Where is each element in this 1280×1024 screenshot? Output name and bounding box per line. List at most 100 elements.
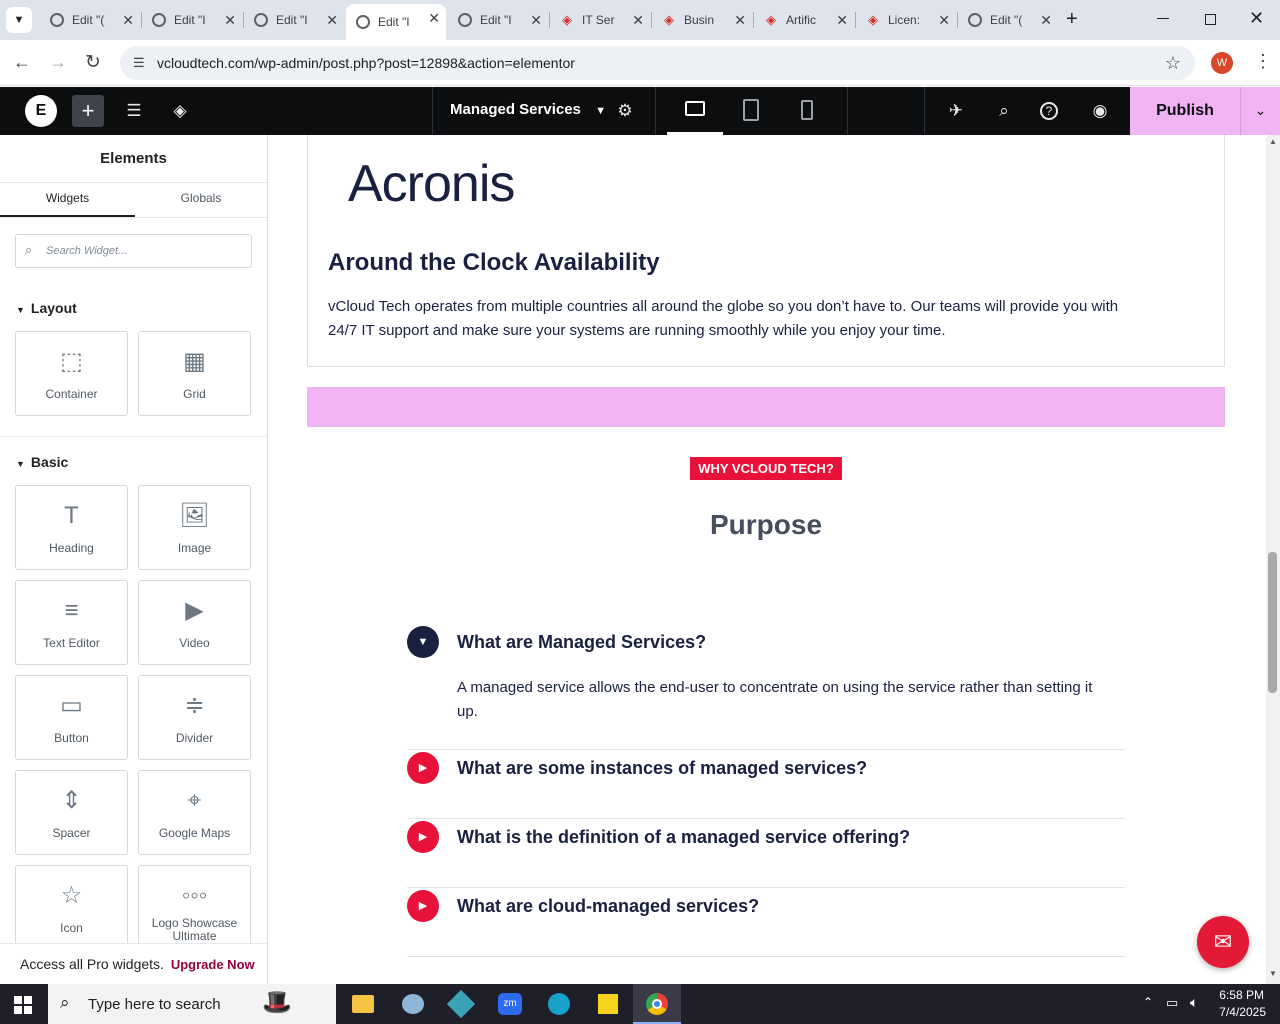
browser-tab[interactable]: ◈ Busin ✕ [652,6,752,34]
tab-search-button[interactable]: ▼ [6,7,32,33]
browser-tab[interactable]: ◈ Artific ✕ [754,6,854,34]
browser-tab[interactable]: Edit "I ✕ [448,6,548,34]
close-tab-icon[interactable]: ✕ [632,12,644,29]
tablet-view-icon[interactable] [743,99,759,121]
network-icon[interactable]: ▭ [1166,995,1178,1011]
browser-tab[interactable]: Edit "(✕ [958,6,1058,34]
desktop-view-icon[interactable] [685,101,705,116]
back-icon[interactable]: ← [13,52,31,73]
accordion-question[interactable]: What are cloud-managed services? [457,896,759,917]
minimize-icon[interactable] [1157,18,1169,19]
accordion-item[interactable]: ▼ What are Managed Services? A managed ser… [407,605,1125,750]
widget-spacer[interactable]: ⇕ Spacer [15,770,128,855]
widget-heading[interactable]: T Heading [15,485,128,570]
widget-button[interactable]: ▭ Button [15,675,128,760]
scroll-thumb[interactable] [1268,552,1277,693]
chat-bubble-button[interactable]: ✉ [1197,916,1249,968]
close-tab-icon[interactable]: ✕ [224,12,236,29]
clock-date[interactable]: 7/4/2025 [1204,1005,1266,1019]
accordion-item[interactable]: ▶ What are cloud-managed services? [407,888,1125,957]
preview-eye-icon[interactable]: ◉ [1088,99,1112,123]
availability-box[interactable]: Acronis Around the Clock Availability vC… [307,135,1225,367]
browser-tab[interactable]: ◈ Licen: ✕ [856,6,956,34]
upgrade-now-link[interactable]: Upgrade Now [171,957,255,972]
page-settings-gear-icon[interactable]: ⚙ [613,99,637,123]
search-widget-input[interactable]: ⌕ Search Widget... [15,234,252,268]
close-tab-icon[interactable]: ✕ [122,12,134,29]
close-tab-icon[interactable]: ✕ [530,12,542,29]
widget-image[interactable]: 🖼︎ Image [138,485,251,570]
search-icon[interactable]: ⌕ [992,99,1016,123]
widget-logo-showcase-ultimate[interactable]: ◦◦◦ Logo Showcase Ultimate [138,865,251,950]
add-element-icon[interactable]: + [72,95,104,127]
bookmark-star-icon[interactable]: ☆ [1165,46,1181,80]
close-tab-icon[interactable]: ✕ [428,10,440,27]
profile-avatar[interactable]: W [1211,52,1233,74]
caret-down-icon[interactable]: ▼ [407,626,439,658]
mobile-view-icon[interactable] [801,100,813,120]
publish-button[interactable]: Publish [1130,87,1240,135]
tray-chevron-up-icon[interactable]: ⌃ [1143,995,1153,1009]
pink-spacer-band[interactable] [307,387,1225,427]
site-settings-sliders-icon[interactable]: ☰ [122,99,146,123]
window-close-icon[interactable]: ✕ [1249,8,1264,29]
accordion-question[interactable]: What are some instances of managed servi… [457,758,867,779]
forward-icon[interactable]: → [49,52,67,73]
app-icon-pinned-2[interactable] [446,989,476,1019]
publish-options-chevron-icon[interactable]: ⌄ [1240,87,1280,135]
caret-right-icon[interactable]: ▶ [407,752,439,784]
close-tab-icon[interactable]: ✕ [836,12,848,29]
widget-divider[interactable]: ≑ Divider [138,675,251,760]
accordion-item[interactable]: ▶ What are some instances of managed serv… [407,750,1125,819]
accordion-question[interactable]: What is the definition of a managed serv… [457,827,910,848]
structure-layers-icon[interactable]: ◈ [168,99,192,123]
tab-globals[interactable]: Globals [135,191,267,205]
windows-start-icon[interactable] [14,996,32,1014]
close-tab-icon[interactable]: ✕ [734,12,746,29]
reload-icon[interactable]: ↻ [85,51,101,74]
restore-icon[interactable] [1205,14,1216,25]
zoom-icon[interactable]: zm [498,993,522,1015]
browser-tab[interactable]: Edit "I ✕ [346,4,446,40]
browser-menu-icon[interactable]: ⋮ [1254,51,1272,72]
browser-tab[interactable]: Edit "I ✕ [142,6,242,34]
close-tab-icon[interactable]: ✕ [938,12,950,29]
widget-video[interactable]: ▶ Video [138,580,251,665]
widget-grid[interactable]: ▦ Grid [138,331,251,416]
file-explorer-icon[interactable] [352,995,374,1013]
site-info-icon[interactable]: ☰ [133,46,145,80]
clock-time[interactable]: 6:58 PM [1210,988,1264,1002]
widget-google-maps[interactable]: ⌖ Google Maps [138,770,251,855]
caret-right-icon[interactable]: ▶ [407,821,439,853]
elementor-logo-icon[interactable]: E [25,95,57,127]
canvas-scrollbar[interactable]: ▲ ▼ [1266,135,1280,985]
scroll-down-icon[interactable]: ▼ [1269,969,1277,978]
widget-icon[interactable]: ☆ Icon [15,865,128,950]
notifications-megaphone-icon[interactable]: ✈ [944,99,968,123]
edge-icon[interactable] [548,993,570,1015]
close-tab-icon[interactable]: ✕ [326,12,338,29]
globe-icon [458,13,472,27]
chrome-icon[interactable] [633,984,681,1024]
taskbar-search-box[interactable]: ⌕ Type here to search 🎩 [48,984,336,1024]
browser-tab[interactable]: Edit "(✕ [40,6,140,34]
page-selector[interactable]: Managed Services ▼ [450,87,606,135]
accordion-item[interactable]: ▶ What is the definition of a managed ser… [407,819,1125,888]
tab-widgets[interactable]: Widgets [0,191,135,205]
close-tab-icon[interactable]: ✕ [1040,12,1052,29]
browser-tab[interactable]: Edit "I ✕ [244,6,344,34]
section-layout[interactable]: ▼ Layout [16,300,77,316]
accordion-question[interactable]: What are Managed Services? [457,632,706,653]
browser-tab[interactable]: ◈ IT Ser ✕ [550,6,650,34]
new-tab-icon[interactable]: + [1066,8,1078,30]
app-icon-pinned-1[interactable] [402,994,424,1014]
help-icon[interactable]: ? [1040,102,1058,120]
widget-text-editor[interactable]: ≡ Text Editor [15,580,128,665]
scroll-up-icon[interactable]: ▲ [1269,137,1277,146]
section-basic[interactable]: ▼ Basic [16,454,68,470]
volume-icon[interactable]: 🔈︎ [1190,994,1198,1011]
caret-right-icon[interactable]: ▶ [407,890,439,922]
widget-container[interactable]: ⬚ Container [15,331,128,416]
address-bar[interactable]: ☰ vcloudtech.com/wp-admin/post.php?post=… [120,46,1195,80]
sticky-notes-icon[interactable] [598,994,618,1014]
